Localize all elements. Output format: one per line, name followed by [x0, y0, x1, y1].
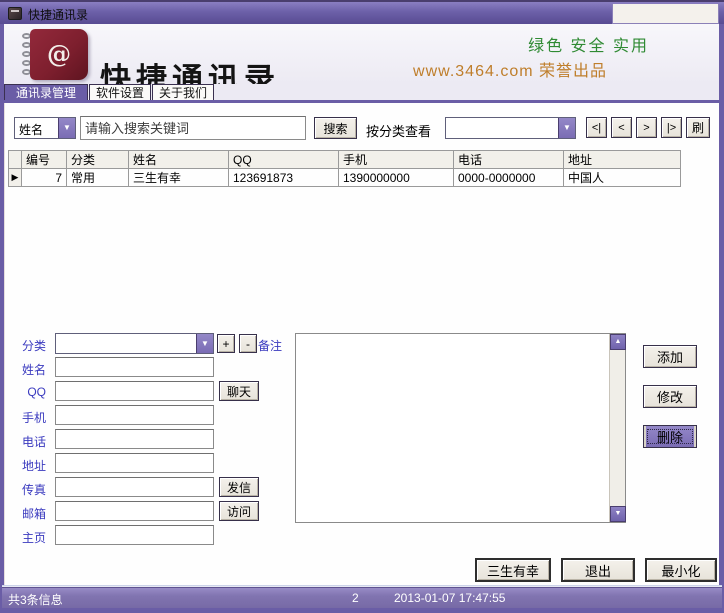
search-button[interactable]: 搜索 [314, 117, 357, 139]
tab-contacts-manage[interactable]: 通讯录管理 [4, 84, 88, 101]
search-keyword-input[interactable] [80, 116, 306, 140]
qq-field[interactable] [55, 381, 214, 401]
phone-label: 电话 [21, 435, 46, 449]
status-page-number: 2 [352, 591, 359, 605]
phone-field[interactable] [55, 429, 214, 449]
mobile-label: 手机 [21, 411, 46, 425]
tagline-green: 绿色 安全 实用 [528, 38, 649, 55]
category-input-select[interactable]: ▼ [55, 333, 214, 354]
record-name-button[interactable]: 三生有幸 [475, 558, 551, 582]
name-field[interactable] [55, 357, 214, 377]
cell-name[interactable]: 三生有幸 [128, 168, 229, 187]
homepage-field[interactable] [55, 525, 214, 545]
col-address[interactable]: 地址 [563, 150, 681, 169]
app-window: 快捷通讯录 @ 快捷通讯录 绿色 安全 实用 www.3464.com 荣誉出品… [0, 0, 724, 613]
mobile-field[interactable] [55, 405, 214, 425]
titlebar[interactable]: 快捷通讯录 [0, 0, 724, 24]
cell-category[interactable]: 常用 [66, 168, 129, 187]
delete-button[interactable]: 删除 [643, 425, 697, 448]
scroll-up-icon[interactable]: ▲ [610, 334, 626, 350]
notes-label: 备注 [257, 339, 282, 353]
cell-mobile[interactable]: 1390000000 [338, 168, 454, 187]
name-label: 姓名 [21, 363, 46, 377]
add-category-button[interactable]: + [217, 334, 235, 353]
search-field-select[interactable]: 姓名 ▼ [14, 117, 76, 139]
exit-button[interactable]: 退出 [561, 558, 635, 582]
category-label: 分类 [21, 339, 46, 353]
tabstrip: 通讯录管理 软件设置 关于我们 [4, 84, 719, 101]
fax-label: 传真 [21, 483, 46, 497]
cell-qq[interactable]: 123691873 [228, 168, 339, 187]
col-mobile[interactable]: 手机 [338, 150, 454, 169]
modify-button[interactable]: 修改 [643, 385, 697, 408]
email-label: 邮箱 [21, 507, 46, 521]
category-view-label: 按分类查看 [366, 124, 432, 139]
logo-at-icon: @ [47, 38, 71, 68]
col-qq[interactable]: QQ [228, 150, 339, 169]
qq-label: QQ [27, 385, 46, 399]
table-row[interactable]: ▶ 7 常用 三生有幸 123691873 1390000000 0000-00… [8, 168, 681, 187]
homepage-label: 主页 [21, 531, 46, 545]
cell-id[interactable]: 7 [21, 168, 67, 187]
logo-book-icon: @ [30, 29, 88, 80]
nav-last-button[interactable]: |> [661, 117, 682, 138]
notes-scrollbar[interactable]: ▲ ▼ [609, 334, 626, 522]
col-id[interactable]: 编号 [21, 150, 67, 169]
scroll-down-icon[interactable]: ▼ [610, 506, 626, 522]
tab-settings[interactable]: 软件设置 [89, 84, 151, 101]
category-view-select[interactable]: ▼ [445, 117, 576, 139]
chevron-down-icon[interactable]: ▼ [196, 334, 213, 353]
nav-prev-button[interactable]: < [611, 117, 632, 138]
refresh-button[interactable]: 刷 [686, 117, 710, 138]
chevron-down-icon[interactable]: ▼ [558, 118, 575, 138]
email-field[interactable] [55, 501, 214, 521]
statusbar: 共3条信息 2 2013-01-07 17:47:55 [2, 587, 722, 608]
status-total-info: 共3条信息 [8, 593, 63, 607]
search-field-select-value: 姓名 [19, 123, 44, 137]
nav-first-button[interactable]: <| [586, 117, 607, 138]
address-label: 地址 [21, 459, 46, 473]
fax-field[interactable] [55, 477, 214, 497]
minimize-button[interactable]: 最小化 [645, 558, 717, 582]
nav-next-button[interactable]: > [636, 117, 657, 138]
cell-phone[interactable]: 0000-0000000 [453, 168, 564, 187]
window-title: 快捷通讯录 [28, 8, 89, 22]
chevron-down-icon[interactable]: ▼ [58, 118, 75, 138]
add-button[interactable]: 添加 [643, 345, 697, 368]
titlebar-blank-panel [612, 4, 719, 24]
chat-button[interactable]: 聊天 [219, 381, 259, 401]
notes-box: ▲ ▼ [295, 333, 626, 523]
col-phone[interactable]: 电话 [453, 150, 564, 169]
app-logo: @ [18, 27, 94, 82]
col-name[interactable]: 姓名 [128, 150, 229, 169]
tab-about[interactable]: 关于我们 [152, 84, 214, 101]
app-book-icon [8, 7, 22, 20]
status-datetime: 2013-01-07 17:47:55 [394, 591, 506, 605]
col-category[interactable]: 分类 [66, 150, 129, 169]
notes-textarea[interactable] [296, 334, 609, 522]
visit-button[interactable]: 访问 [219, 501, 259, 521]
tagline-site: www.3464.com 荣誉出品 [413, 63, 607, 80]
table-header-row: 编号 分类 姓名 QQ 手机 电话 地址 [8, 150, 681, 169]
cell-address[interactable]: 中国人 [563, 168, 681, 187]
header-banner: @ 快捷通讯录 绿色 安全 实用 www.3464.com 荣誉出品 [4, 24, 719, 98]
send-mail-button[interactable]: 发信 [219, 477, 259, 497]
address-field[interactable] [55, 453, 214, 473]
contacts-table[interactable]: 编号 分类 姓名 QQ 手机 电话 地址 ▶ 7 常用 三生有幸 1236918… [8, 150, 681, 187]
row-selector-icon[interactable]: ▶ [8, 168, 22, 187]
